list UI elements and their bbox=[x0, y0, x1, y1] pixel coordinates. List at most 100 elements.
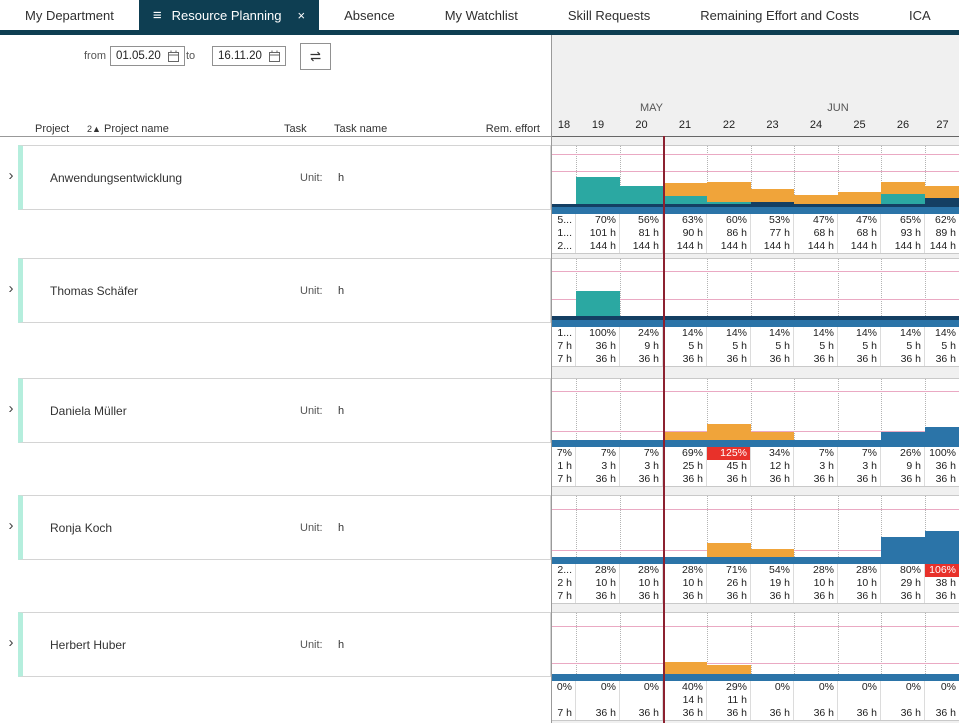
grid-cell: 36 h bbox=[881, 707, 925, 720]
tab-remaining-effort-and-costs[interactable]: Remaining Effort and Costs bbox=[675, 0, 884, 30]
resource-row-anwendungsentwicklung[interactable]: AnwendungsentwicklungUnit:h bbox=[18, 145, 551, 210]
grid-cell: 69% bbox=[663, 447, 707, 460]
grid-row-pct: 0%0%0%40%29%0%0%0%0%0% bbox=[552, 681, 959, 694]
grid-cell: 7 h bbox=[552, 707, 576, 720]
utilization-grid: 0%0%0%40%29%0%0%0%0%0%14 h11 h7 h36 h36 … bbox=[552, 681, 959, 721]
grid-cell: 36 h bbox=[620, 473, 663, 486]
grid-cell: 7% bbox=[552, 447, 576, 460]
unit-label: Unit: bbox=[300, 639, 323, 651]
utilization-bar bbox=[707, 424, 751, 440]
resource-row-daniela-m-ller[interactable]: Daniela MüllerUnit:h bbox=[18, 378, 551, 443]
today-marker bbox=[663, 136, 665, 723]
grid-cell: 1 h bbox=[552, 460, 576, 473]
calendar-icon[interactable] bbox=[168, 50, 179, 62]
column-header-project[interactable]: Project bbox=[35, 123, 69, 135]
tab-absence[interactable]: Absence bbox=[319, 0, 420, 30]
grid-cell: 36 h bbox=[707, 707, 751, 720]
grid-cell: 0% bbox=[925, 681, 959, 694]
grid-cell: 36 h bbox=[663, 590, 707, 603]
column-gridline bbox=[620, 613, 621, 674]
grid-cell: 14% bbox=[751, 327, 794, 340]
column-gridline bbox=[576, 496, 577, 557]
expand-chevron-icon[interactable]: › bbox=[5, 519, 17, 533]
grid-cell: 10 h bbox=[620, 577, 663, 590]
resource-list-panel: from 01.05.20 to 16.11.20 Project 2▲ Pro… bbox=[0, 35, 551, 723]
expand-chevron-icon[interactable]: › bbox=[5, 402, 17, 416]
resource-row-thomas-sch-fer[interactable]: Thomas SchäferUnit:h bbox=[18, 258, 551, 323]
tab-my-watchlist[interactable]: My Watchlist bbox=[420, 0, 543, 30]
column-gridline bbox=[576, 613, 577, 674]
tab-resource-planning[interactable]: ≡Resource Planning× bbox=[139, 0, 319, 30]
bar-segment bbox=[663, 183, 707, 196]
grid-cell: 28% bbox=[663, 564, 707, 577]
grid-cell: 0% bbox=[881, 681, 925, 694]
grid-cell: 86 h bbox=[707, 227, 751, 240]
week-header-21: 21 bbox=[663, 119, 707, 133]
grid-cell: 7 h bbox=[552, 340, 576, 353]
column-header-task[interactable]: Task bbox=[284, 123, 307, 135]
bar-segment bbox=[707, 665, 751, 674]
grid-cell: 36 h bbox=[794, 590, 838, 603]
week-header-24: 24 bbox=[794, 119, 838, 133]
grid-cell: 144 h bbox=[707, 240, 751, 253]
grid-cell: 14% bbox=[707, 327, 751, 340]
grid-cell: 5... bbox=[552, 214, 576, 227]
grid-cell bbox=[552, 694, 576, 707]
refresh-button[interactable] bbox=[300, 43, 331, 70]
calendar-icon[interactable] bbox=[269, 50, 280, 62]
column-gridline bbox=[751, 613, 752, 674]
expand-chevron-icon[interactable]: › bbox=[5, 282, 17, 296]
unit-value: h bbox=[338, 405, 344, 417]
grid-row-hours1: 1 h3 h3 h25 h45 h12 h3 h3 h9 h36 h bbox=[552, 460, 959, 473]
grid-cell: 36 h bbox=[838, 353, 881, 366]
grid-cell: 68 h bbox=[838, 227, 881, 240]
week-header-23: 23 bbox=[751, 119, 794, 133]
menu-icon[interactable]: ≡ bbox=[153, 8, 162, 23]
grid-cell: 0% bbox=[794, 681, 838, 694]
grid-cell: 7 h bbox=[552, 353, 576, 366]
grid-cell: 36 h bbox=[751, 473, 794, 486]
utilization-chart bbox=[552, 495, 959, 557]
capacity-strip bbox=[552, 320, 959, 327]
capacity-line bbox=[552, 626, 959, 627]
grid-cell: 36 h bbox=[838, 473, 881, 486]
grid-cell: 29 h bbox=[881, 577, 925, 590]
column-gridline bbox=[838, 613, 839, 674]
column-header-task-name[interactable]: Task name bbox=[334, 123, 387, 135]
grid-cell: 36 h bbox=[576, 590, 620, 603]
to-date-input[interactable]: 16.11.20 bbox=[212, 46, 286, 66]
expand-chevron-icon[interactable]: › bbox=[5, 636, 17, 650]
tab-ica[interactable]: ICA bbox=[884, 0, 956, 30]
capacity-line bbox=[552, 391, 959, 392]
grid-cell: 7 h bbox=[552, 473, 576, 486]
close-tab-icon[interactable]: × bbox=[298, 8, 306, 23]
timeline-header-divider bbox=[552, 136, 959, 137]
grid-cell: 28% bbox=[794, 564, 838, 577]
tab-skill-requests[interactable]: Skill Requests bbox=[543, 0, 675, 30]
grid-cell: 1... bbox=[552, 327, 576, 340]
grid-cell: 60% bbox=[707, 214, 751, 227]
capacity-line bbox=[552, 154, 959, 155]
grid-cell: 2... bbox=[552, 564, 576, 577]
resource-row-herbert-huber[interactable]: Herbert HuberUnit:h bbox=[18, 612, 551, 677]
column-header-project-name[interactable]: Project name bbox=[104, 123, 169, 135]
week-header-22: 22 bbox=[707, 119, 751, 133]
expand-chevron-icon[interactable]: › bbox=[5, 169, 17, 183]
grid-cell: 36 h bbox=[881, 473, 925, 486]
tab-my-department[interactable]: My Department bbox=[0, 0, 139, 30]
from-date-input[interactable]: 01.05.20 bbox=[110, 46, 185, 66]
grid-cell: 7% bbox=[794, 447, 838, 460]
grid-cell: 28% bbox=[838, 564, 881, 577]
grid-cell: 0% bbox=[552, 681, 576, 694]
utilization-grid: 5...70%56%63%60%53%47%47%65%62%1...101 h… bbox=[552, 214, 959, 254]
grid-cell: 47% bbox=[838, 214, 881, 227]
grid-cell: 101 h bbox=[576, 227, 620, 240]
column-header-rem-effort[interactable]: Rem. effort bbox=[486, 123, 540, 135]
utilization-grid: 7%7%7%69%125%34%7%7%26%100%1 h3 h3 h25 h… bbox=[552, 447, 959, 487]
grid-cell: 11 h bbox=[707, 694, 751, 707]
grid-cell: 14% bbox=[881, 327, 925, 340]
resource-row-ronja-koch[interactable]: Ronja KochUnit:h bbox=[18, 495, 551, 560]
grid-cell: 3 h bbox=[794, 460, 838, 473]
resource-name: Thomas Schäfer bbox=[50, 284, 138, 298]
column-gridline bbox=[881, 259, 882, 320]
